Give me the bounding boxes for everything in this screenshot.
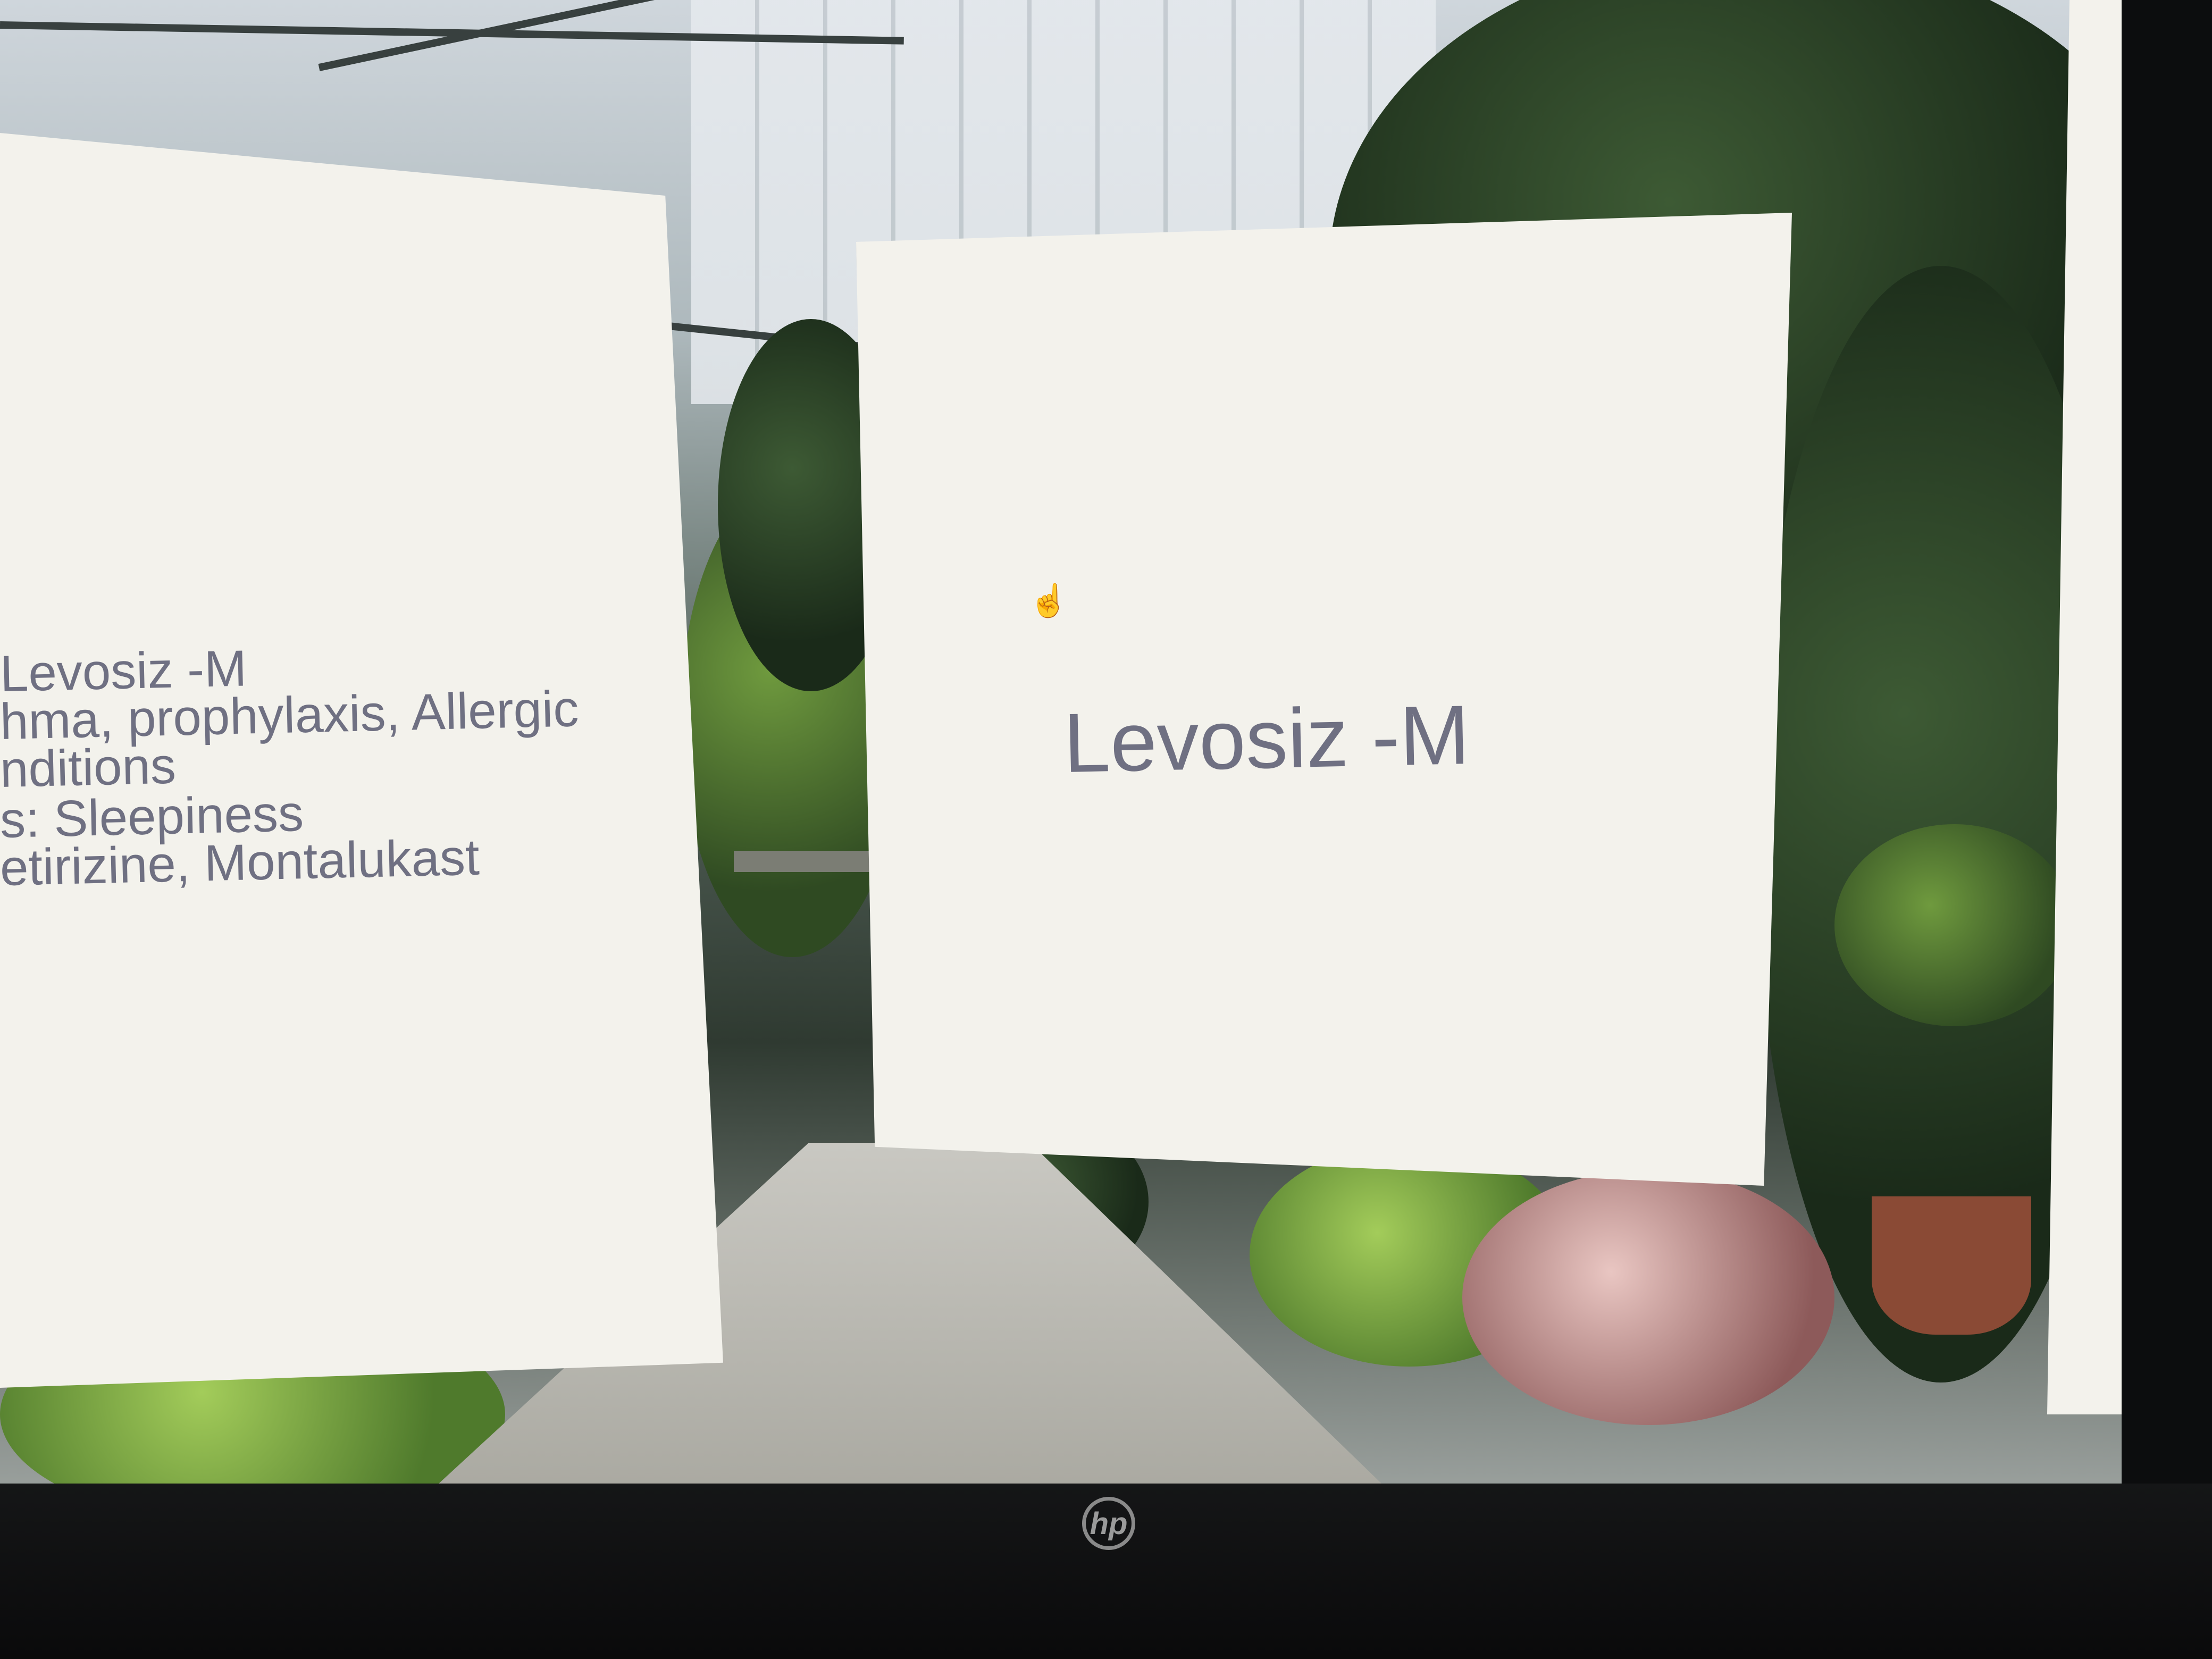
indications-text-cont: nditions: [0, 737, 177, 798]
indications-text: hma, prophylaxis, Allergic: [0, 680, 580, 750]
foliage: [1462, 1170, 1834, 1425]
hand-cursor-icon: ☝: [1029, 583, 1069, 618]
center-card-title: Levosiz -M: [1062, 688, 1471, 790]
foliage: [1834, 824, 2074, 1026]
bench: [734, 851, 872, 872]
composition-text: etirizine, Montalukast: [0, 828, 480, 896]
left-info-card[interactable]: Levosiz -M hma, prophylaxis, Allergic nd…: [0, 133, 723, 1388]
flower-pot: [1872, 1196, 2031, 1335]
hp-logo: hp: [1082, 1497, 1135, 1550]
laptop-screen: Levosiz -M hma, prophylaxis, Allergic nd…: [0, 0, 2122, 1489]
